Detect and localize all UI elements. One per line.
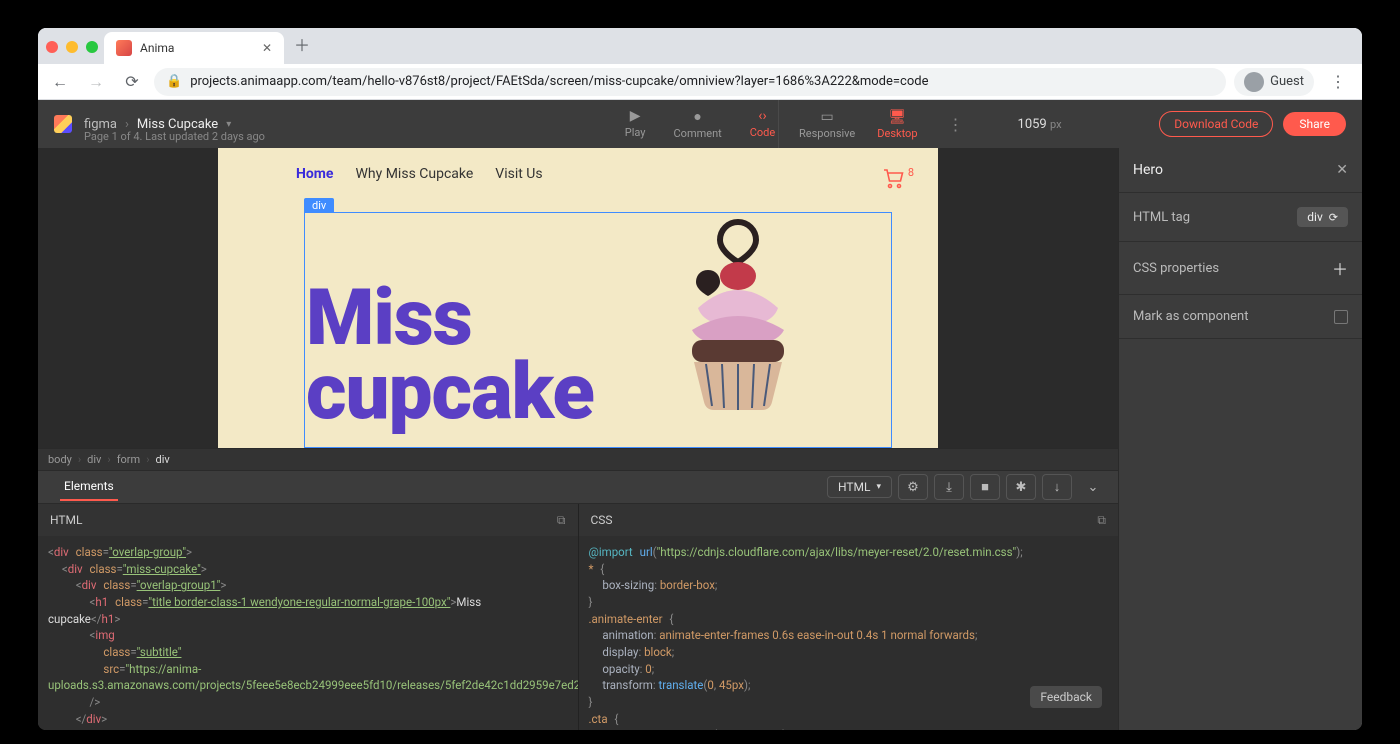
- favicon-icon: [116, 40, 132, 56]
- html-code[interactable]: <div class="overlap-group"> <div class="…: [38, 536, 578, 730]
- html-pane: HTML ⧉ <div class="overlap-group"> <div …: [38, 504, 578, 730]
- inspector-title: Hero: [1133, 162, 1163, 178]
- back-button[interactable]: ←: [46, 68, 74, 96]
- dom-breadcrumb: body› div› form› div: [38, 448, 1118, 470]
- cart-button[interactable]: 8: [880, 166, 914, 190]
- tab-elements[interactable]: Elements: [60, 473, 118, 501]
- cart-icon: [880, 166, 906, 190]
- canvas[interactable]: Home Why Miss Cupcake Visit Us 8 div Mis…: [38, 148, 1118, 448]
- chevron-down-icon[interactable]: ▾: [226, 119, 231, 130]
- canvas-width: 1059 px: [1018, 117, 1062, 132]
- chevron-down-icon: ▾: [876, 482, 881, 492]
- add-css-property-button[interactable]: ＋: [1332, 256, 1348, 280]
- dom-body[interactable]: body: [48, 453, 72, 466]
- play-icon: ▶: [630, 108, 641, 124]
- nav-why[interactable]: Why Miss Cupcake: [355, 166, 473, 182]
- window-close-dot[interactable]: [46, 41, 58, 53]
- nav-visit[interactable]: Visit Us: [495, 166, 542, 182]
- close-inspector-icon[interactable]: ✕: [1336, 162, 1348, 178]
- lock-icon: 🔒: [166, 74, 182, 89]
- tab-title: Anima: [140, 41, 174, 55]
- anima-logo-icon: [54, 115, 72, 133]
- copy-html-icon[interactable]: ⧉: [557, 513, 566, 528]
- device-desktop[interactable]: 🖥 Desktop: [877, 109, 917, 140]
- selection-tag: div: [304, 198, 334, 213]
- browser-tab[interactable]: Anima ✕: [104, 32, 284, 64]
- hero-title: Miss cupcake: [306, 282, 594, 430]
- url-text: projects.animaapp.com/team/hello-v876st8…: [190, 74, 928, 89]
- pane-title-css: CSS: [591, 513, 613, 527]
- html-tag-select[interactable]: div ⟳: [1297, 207, 1348, 227]
- html-tag-label: HTML tag: [1133, 210, 1190, 225]
- stop-icon[interactable]: ■: [970, 474, 1000, 500]
- profile-chip[interactable]: Guest: [1234, 68, 1314, 96]
- guest-label: Guest: [1270, 74, 1304, 89]
- reload-button[interactable]: ⟳: [118, 68, 146, 96]
- avatar-icon: [1244, 72, 1264, 92]
- download-code-button[interactable]: Download Code: [1159, 111, 1273, 137]
- desktop-icon: 🖥: [889, 109, 907, 125]
- artboard: Home Why Miss Cupcake Visit Us 8 div Mis…: [218, 148, 938, 448]
- forward-button[interactable]: →: [82, 68, 110, 96]
- mode-code[interactable]: ‹› Code: [750, 108, 775, 140]
- pane-title-html: HTML: [50, 513, 83, 527]
- share-button[interactable]: Share: [1283, 112, 1346, 136]
- page-subtitle: Page 1 of 4. Last updated 2 days ago: [84, 130, 265, 143]
- comment-icon: ●: [693, 108, 701, 125]
- new-tab-button[interactable]: ＋: [284, 28, 320, 64]
- browser-menu-button[interactable]: ⋮: [1322, 72, 1354, 91]
- mode-comment[interactable]: ● Comment: [674, 108, 722, 140]
- nav-home[interactable]: Home: [296, 166, 333, 182]
- site-nav: Home Why Miss Cupcake Visit Us: [218, 148, 938, 190]
- responsive-icon: ▭: [821, 109, 834, 125]
- code-toolbar: Elements HTML▾ ⚙ ⤓ ■ ✱ ↓ ⌄: [38, 470, 1118, 504]
- language-select[interactable]: HTML▾: [827, 476, 892, 498]
- cupcake-illustration: [658, 212, 818, 412]
- inspector-panel: Hero ✕ HTML tag div ⟳ CSS prop: [1118, 148, 1362, 730]
- css-properties-label: CSS properties: [1133, 261, 1219, 276]
- cart-count: 8: [908, 166, 914, 179]
- share-code-icon[interactable]: ✱: [1006, 474, 1036, 500]
- expand-icon[interactable]: ⌄: [1078, 474, 1108, 500]
- settings-icon[interactable]: ⚙: [898, 474, 928, 500]
- device-more-button[interactable]: ⋮: [940, 115, 972, 134]
- download-icon[interactable]: ↓: [1042, 474, 1072, 500]
- dom-form[interactable]: form: [117, 453, 140, 466]
- dom-div1[interactable]: div: [87, 453, 101, 466]
- window-zoom-dot[interactable]: [86, 41, 98, 53]
- device-responsive[interactable]: ▭ Responsive: [799, 109, 855, 140]
- mode-play[interactable]: ▶ Play: [625, 108, 646, 140]
- code-icon: ‹›: [758, 108, 766, 124]
- mark-component-checkbox[interactable]: [1334, 310, 1348, 324]
- app-header: figma › Miss Cupcake ▾ Page 1 of 4. Last…: [38, 100, 1362, 148]
- mark-component-label: Mark as component: [1133, 309, 1248, 324]
- address-bar[interactable]: 🔒 projects.animaapp.com/team/hello-v876s…: [154, 68, 1226, 96]
- close-tab-icon[interactable]: ✕: [262, 41, 272, 55]
- feedback-button[interactable]: Feedback: [1030, 686, 1102, 708]
- save-icon[interactable]: ⤓: [934, 474, 964, 500]
- copy-css-icon[interactable]: ⧉: [1097, 513, 1106, 528]
- refresh-icon: ⟳: [1329, 211, 1338, 224]
- window-minimize-dot[interactable]: [66, 41, 78, 53]
- dom-current[interactable]: div: [156, 453, 170, 466]
